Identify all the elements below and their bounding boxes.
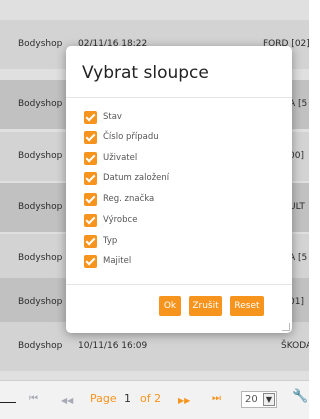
chevron-down-icon: ▼ [263,393,275,406]
checkbox-checked-icon[interactable] [84,172,97,185]
current-page[interactable]: 1 [124,391,131,407]
resize-handle-icon[interactable] [282,323,290,331]
checkbox-checked-icon[interactable] [84,255,97,268]
pager-divider [0,380,309,381]
checkbox-checked-icon[interactable] [84,235,97,248]
option-label: Uživatel [103,153,138,163]
page-size-select[interactable]: 20 ▼ [241,391,277,408]
option-label: Stav [103,112,122,122]
next-page-icon[interactable]: ▶▶ [178,393,190,409]
option-label: Majitel [103,256,132,266]
column-picker-dialog: Vybrat sloupce Stav Číslo případu Uživat… [66,46,292,333]
app-page: Bodyshop 02/11/16 18:22 FORD [02] Bodysh… [0,0,309,419]
cancel-button[interactable]: Zrušit [189,296,222,316]
checkbox-checked-icon[interactable] [84,214,97,227]
first-page-icon[interactable]: ⏮ [29,391,38,407]
edge-line [0,402,16,403]
pagination-bar: ⏮ ◀◀ Page 1 of 2 ▶▶ ⏭ 20 ▼ 🔧 [0,380,309,419]
ok-button[interactable]: Ok [159,296,181,316]
page-size-value: 20 [245,394,258,405]
checkbox-checked-icon[interactable] [84,131,97,144]
option-label: Číslo případu [103,132,159,142]
last-page-icon[interactable]: ⏭ [212,391,221,407]
option-label: Reg. značka [103,194,155,204]
title-divider [66,97,292,98]
prev-page-icon[interactable]: ◀◀ [61,393,73,409]
reset-button[interactable]: Reset [230,296,264,316]
option-label: Typ [103,236,118,246]
checkbox-checked-icon[interactable] [84,152,97,165]
dialog-title: Vybrat sloupce [82,63,209,83]
wrench-icon[interactable]: 🔧 [292,389,308,404]
option-label: Výrobce [103,215,138,225]
checkbox-checked-icon[interactable] [84,111,97,124]
page-label: Page [90,392,117,405]
page-of-label: of 2 [140,392,162,405]
footer-divider [66,284,292,285]
checkbox-checked-icon[interactable] [84,193,97,206]
option-label: Datum založení [103,173,170,183]
